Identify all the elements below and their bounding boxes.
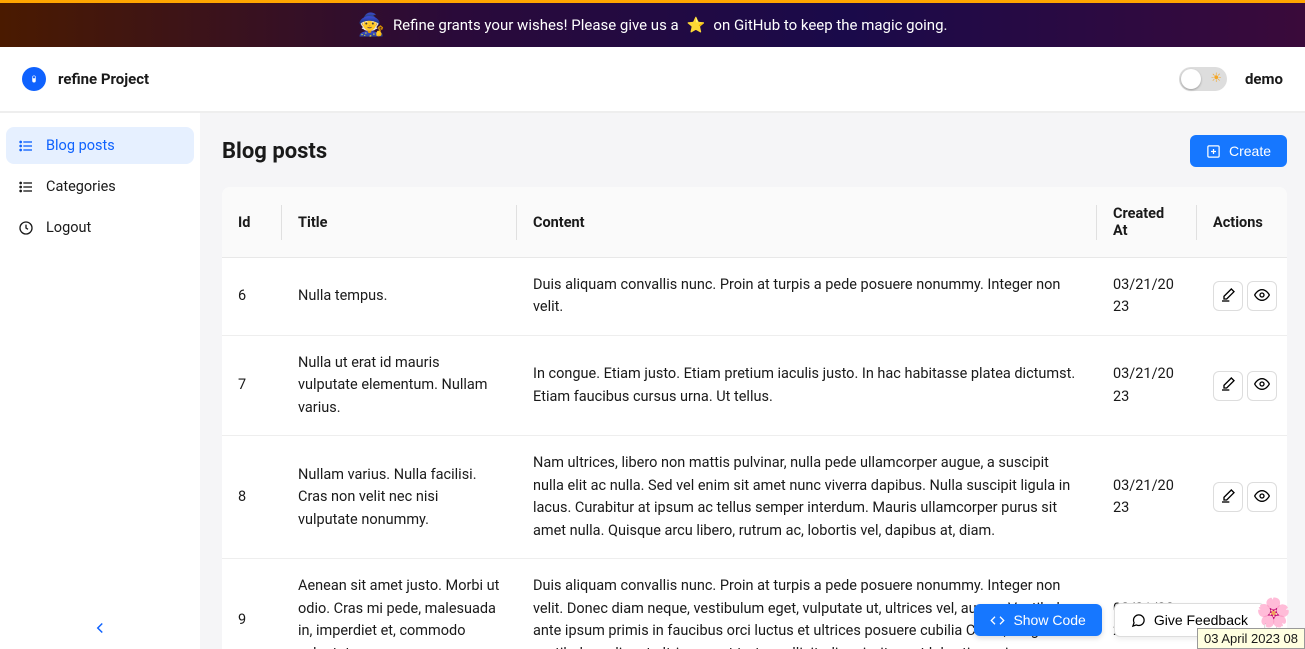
cell-title: Nulla tempus. <box>282 258 517 336</box>
sun-icon: ☀ <box>1210 71 1222 86</box>
sidebar-item-categories[interactable]: Categories <box>6 168 194 205</box>
chat-icon <box>1131 613 1146 628</box>
username: demo <box>1245 70 1283 88</box>
cell-content: In congue. Etiam justo. Etiam pretium ia… <box>517 335 1097 435</box>
user-area: ☀ demo <box>1179 67 1283 91</box>
column-header-title[interactable]: Title <box>282 187 517 258</box>
cell-actions <box>1197 335 1287 435</box>
column-header-content[interactable]: Content <box>517 187 1097 258</box>
banner-text-a: Refine grants your wishes! Please give u… <box>393 16 679 34</box>
column-header-actions: Actions <box>1197 187 1287 258</box>
page-header: Blog posts Create <box>222 135 1287 167</box>
brand[interactable]: refine Project <box>22 67 149 91</box>
system-clock: 03 April 2023 08 <box>1197 628 1305 649</box>
sidebar-item-logout[interactable]: Logout <box>6 209 194 246</box>
cell-id: 7 <box>222 335 282 435</box>
cell-actions <box>1197 436 1287 559</box>
sidebar-item-label: Categories <box>46 178 116 195</box>
main-content: Blog posts Create Id Title Content Creat… <box>200 113 1305 649</box>
cell-id: 9 <box>222 559 282 649</box>
view-button[interactable] <box>1247 482 1277 512</box>
cell-created-at: 03/21/2023 <box>1097 258 1197 336</box>
list-icon <box>18 138 34 154</box>
eye-icon <box>1254 376 1270 395</box>
cell-title: Nulla ut erat id mauris vulputate elemen… <box>282 335 517 435</box>
view-button[interactable] <box>1247 371 1277 401</box>
eye-icon <box>1254 287 1270 306</box>
edit-icon <box>1220 287 1236 306</box>
create-button[interactable]: Create <box>1190 135 1287 167</box>
react-query-devtools-icon[interactable]: 🌸 <box>1256 596 1291 629</box>
cell-created-at: 03/21/2023 <box>1097 436 1197 559</box>
list-icon <box>18 179 34 195</box>
sidebar-collapse-button[interactable] <box>0 619 200 637</box>
plus-square-icon <box>1206 144 1221 159</box>
edit-button[interactable] <box>1213 482 1243 512</box>
sidebar-item-label: Logout <box>46 219 91 236</box>
cell-id: 6 <box>222 258 282 336</box>
promo-banner[interactable]: 🧙 Refine grants your wishes! Please give… <box>0 0 1305 47</box>
topbar: refine Project ☀ demo <box>0 47 1305 113</box>
cell-id: 8 <box>222 436 282 559</box>
table-row: 6Nulla tempus.Duis aliquam convallis nun… <box>222 258 1287 336</box>
cell-created-at: 03/21/2023 <box>1097 335 1197 435</box>
logout-icon <box>18 220 34 236</box>
edit-icon <box>1220 376 1236 395</box>
edit-icon <box>1220 488 1236 507</box>
cell-actions <box>1197 258 1287 336</box>
edit-button[interactable] <box>1213 281 1243 311</box>
show-code-button[interactable]: Show Code <box>974 604 1101 636</box>
sidebar-item-label: Blog posts <box>46 137 115 154</box>
chevron-left-icon <box>91 619 109 637</box>
code-icon <box>990 613 1005 628</box>
table-row: 7Nulla ut erat id mauris vulputate eleme… <box>222 335 1287 435</box>
cell-title: Nullam varius. Nulla facilisi. Cras non … <box>282 436 517 559</box>
column-header-id[interactable]: Id <box>222 187 282 258</box>
sidebar-item-blog-posts[interactable]: Blog posts <box>6 127 194 164</box>
star-icon: ⭐ <box>687 16 706 34</box>
banner-text-b: on GitHub to keep the magic going. <box>713 16 947 34</box>
page-title: Blog posts <box>222 139 327 164</box>
table-row: 8Nullam varius. Nulla facilisi. Cras non… <box>222 436 1287 559</box>
cell-title: Aenean sit amet justo. Morbi ut odio. Cr… <box>282 559 517 649</box>
cell-content: Nam ultrices, libero non mattis pulvinar… <box>517 436 1097 559</box>
sidebar: Blog posts Categories Logout <box>0 113 200 649</box>
brand-title: refine Project <box>58 70 149 88</box>
show-code-label: Show Code <box>1013 612 1085 628</box>
column-header-created-at[interactable]: Created At <box>1097 187 1197 258</box>
cell-content: Duis aliquam convallis nunc. Proin at tu… <box>517 258 1097 336</box>
theme-toggle[interactable]: ☀ <box>1179 67 1227 91</box>
brand-logo-icon <box>22 67 46 91</box>
data-table: Id Title Content Created At Actions 6Nul… <box>222 187 1287 649</box>
view-button[interactable] <box>1247 281 1277 311</box>
wizard-icon: 🧙 <box>358 13 385 38</box>
give-feedback-label: Give Feedback <box>1154 612 1248 628</box>
eye-icon <box>1254 488 1270 507</box>
create-button-label: Create <box>1229 143 1271 159</box>
edit-button[interactable] <box>1213 371 1243 401</box>
